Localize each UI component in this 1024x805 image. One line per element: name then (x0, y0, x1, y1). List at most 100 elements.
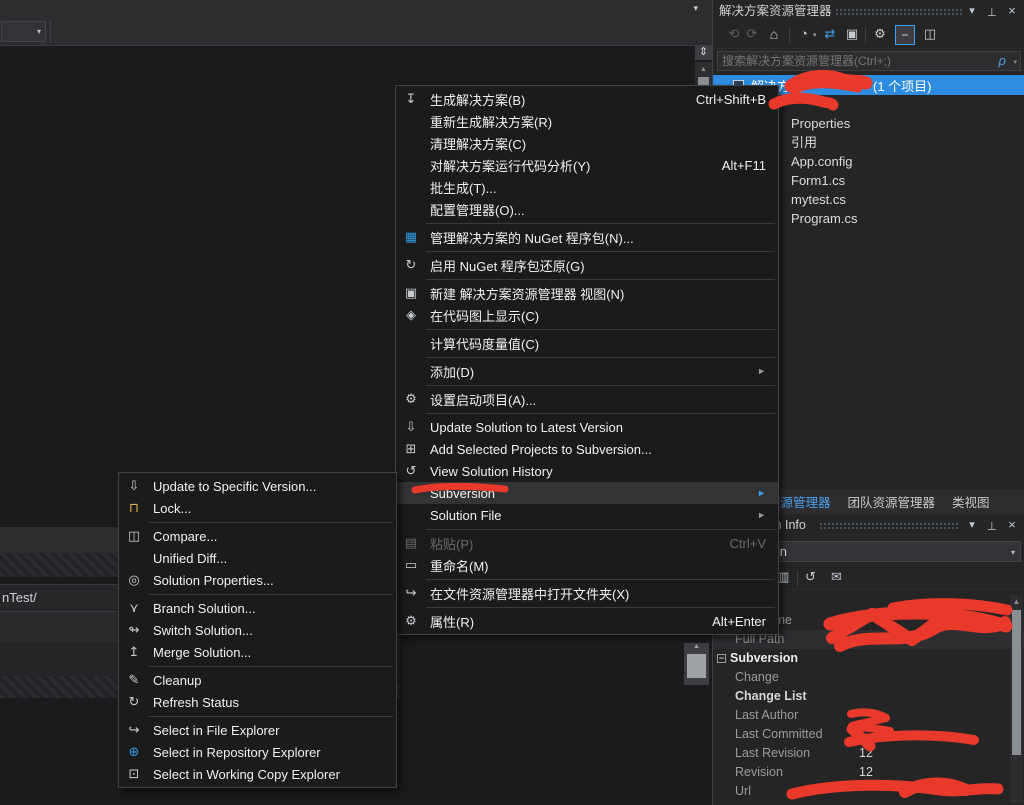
menu-item-batch-build[interactable]: 批生成(T)... (396, 176, 778, 198)
toolbar-separator (865, 27, 866, 43)
menu-item-configuration-manager[interactable]: 配置管理器(O)... (396, 198, 778, 220)
submenu-arrow-icon: ► (757, 510, 766, 520)
search-input[interactable] (718, 52, 988, 70)
submenu-item-solution-properties[interactable]: ◎ Solution Properties... (119, 569, 396, 591)
submenu-item-update-specific-version[interactable]: ⇩ Update to Specific Version... (119, 475, 396, 497)
panel-title: 解决方案资源管理器 (719, 4, 832, 18)
property-row-lastauthor[interactable]: Last Author (713, 706, 1024, 725)
property-row-revision[interactable]: Revision 12 (713, 763, 1024, 782)
tab-class-view[interactable]: 类视图 (952, 492, 990, 511)
solution-explorer-header: 解决方案资源管理器 ▾ ⊤ × (713, 0, 1024, 23)
preview-selected-toggle-icon[interactable]: − (895, 25, 915, 45)
menu-item-view-solution-history[interactable]: ↺ View Solution History (396, 460, 778, 482)
code-map-icon: ◈ (396, 307, 426, 323)
scroll-up-icon[interactable]: ▲ (1010, 595, 1023, 608)
sync-active-document-icon[interactable]: ◫ (921, 26, 939, 42)
chevron-down-icon: ▾ (1011, 548, 1015, 557)
property-group-subversion[interactable]: − Subversion (713, 649, 1024, 668)
submenu-item-merge-solution[interactable]: ↥ Merge Solution... (119, 641, 396, 663)
lock-icon: ⊓ (119, 500, 149, 516)
menu-item-add[interactable]: 添加(D) ► (396, 360, 778, 382)
scrollbar-thumb[interactable] (1012, 610, 1021, 755)
submenu-item-select-in-file-explorer[interactable]: ↪ Select in File Explorer (119, 719, 396, 741)
splitter-handle-icon[interactable]: ⇕ (695, 45, 712, 62)
menu-item-manage-nuget[interactable]: ▦ 管理解决方案的 NuGet 程序包(N)... (396, 226, 778, 248)
scrollbar-thumb (687, 654, 706, 678)
submenu-item-branch-solution[interactable]: ⋎ Branch Solution... (119, 597, 396, 619)
solution-context-menu: ↧ 生成解决方案(B) Ctrl+Shift+B 重新生成解决方案(R) 清理解… (395, 85, 779, 635)
menu-item-rename[interactable]: ▭ 重命名(M) (396, 554, 778, 576)
menu-separator (426, 579, 775, 580)
chevron-down-icon[interactable]: ▾ (813, 31, 817, 39)
search-icon[interactable]: ρ (999, 53, 1006, 68)
compare-icon: ◫ (119, 528, 149, 544)
back-icon[interactable]: ⟲ (725, 26, 743, 42)
menu-separator (426, 357, 775, 358)
menu-item-code-analysis[interactable]: 对解决方案运行代码分析(Y) Alt+F11 (396, 154, 778, 176)
menu-item-clean-solution[interactable]: 清理解决方案(C) (396, 132, 778, 154)
menu-item-paste[interactable]: ▤ 粘贴(P) Ctrl+V (396, 532, 778, 554)
submenu-item-unified-diff[interactable]: Unified Diff... (119, 547, 396, 569)
scroll-up-icon[interactable]: ▲ (695, 62, 712, 73)
file-explorer-icon: ↪ (119, 722, 149, 738)
url-fragment-text: nTest/ (2, 590, 37, 605)
new-view-icon[interactable]: ▣ (843, 26, 861, 42)
property-row-change[interactable]: Change (713, 668, 1024, 687)
menu-separator (426, 251, 775, 252)
menu-item-solution-file[interactable]: Solution File ► (396, 504, 778, 526)
home-icon[interactable]: ⌂ (765, 26, 783, 42)
submenu-arrow-icon: ► (757, 488, 766, 498)
pin-icon[interactable]: ⊤ (984, 0, 1000, 22)
close-icon[interactable]: × (1004, 0, 1020, 22)
toolbar-combobox[interactable]: ▾ (1, 21, 46, 42)
pin-icon[interactable]: ⊤ (984, 514, 1000, 536)
refresh-status-icon: ↻ (119, 694, 149, 710)
chevron-down-icon: ▾ (37, 27, 41, 36)
menu-item-properties[interactable]: ⚙ 属性(R) Alt+Enter (396, 610, 778, 632)
vs-ide-window: { "colors": { "selection_blue": "#2e8ce0… (0, 0, 1024, 805)
update-specific-icon: ⇩ (119, 478, 149, 494)
properties-wrench-icon[interactable]: ⚙ (871, 26, 889, 42)
menu-item-open-folder-in-explorer[interactable]: ↪ 在文件资源管理器中打开文件夹(X) (396, 582, 778, 604)
window-position-icon[interactable]: ▾ (964, 0, 980, 22)
paste-icon: ▤ (396, 535, 426, 551)
submenu-item-switch-solution[interactable]: ↬ Switch Solution... (119, 619, 396, 641)
pending-changes-filter-icon[interactable]: ◔ (795, 26, 813, 41)
property-row-url[interactable]: Url (713, 782, 1024, 801)
menu-item-new-explorer-view[interactable]: ▣ 新建 解决方案资源管理器 视图(N) (396, 282, 778, 304)
property-row-lastcommitted[interactable]: Last Committed (713, 725, 1024, 744)
history-icon[interactable]: ↺ (805, 569, 816, 585)
menu-item-enable-nuget-restore[interactable]: ↻ 启用 NuGet 程序包还原(G) (396, 254, 778, 276)
close-icon[interactable]: × (1004, 514, 1020, 536)
menu-item-code-metrics[interactable]: 计算代码度量值(C) (396, 332, 778, 354)
submenu-item-select-in-working-copy-explorer[interactable]: ⊡ Select in Working Copy Explorer (119, 763, 396, 785)
window-position-icon[interactable]: ▾ (964, 514, 980, 536)
refresh-icon[interactable]: ⇄ (821, 26, 839, 42)
menu-separator (426, 329, 775, 330)
submenu-item-compare[interactable]: ◫ Compare... (119, 525, 396, 547)
toolbar-overflow-icon[interactable]: ▾ (693, 3, 698, 14)
submenu-item-lock[interactable]: ⊓ Lock... (119, 497, 396, 519)
menu-item-update-solution-latest[interactable]: ⇩ Update Solution to Latest Version (396, 416, 778, 438)
forward-icon[interactable]: ⟳ (743, 26, 761, 42)
menu-item-build-solution[interactable]: ↧ 生成解决方案(B) Ctrl+Shift+B (396, 88, 778, 110)
submenu-item-cleanup[interactable]: ✎ Cleanup (119, 669, 396, 691)
toolbar-separator (797, 570, 798, 586)
menu-item-set-startup-project[interactable]: ⚙ 设置启动项目(A)... (396, 388, 778, 410)
submenu-item-select-in-repository-explorer[interactable]: ⊕ Select in Repository Explorer (119, 741, 396, 763)
menu-item-subversion[interactable]: Subversion ► (396, 482, 778, 504)
menu-item-rebuild-solution[interactable]: 重新生成解决方案(R) (396, 110, 778, 132)
grid-scrollbar[interactable]: ▲ (1010, 595, 1023, 803)
title-bar: ▾ (0, 0, 712, 18)
comment-icon[interactable]: ✉ (831, 569, 842, 585)
tab-team-explorer[interactable]: 团队资源管理器 (848, 492, 936, 511)
menu-item-show-on-code-map[interactable]: ◈ 在代码图上显示(C) (396, 304, 778, 326)
menu-item-add-projects-to-subversion[interactable]: ⊞ Add Selected Projects to Subversion... (396, 438, 778, 460)
collapse-expander-icon[interactable]: − (717, 654, 726, 663)
property-row-changelist[interactable]: Change List (713, 687, 1024, 706)
chevron-down-icon[interactable]: ▾ (1013, 58, 1017, 66)
submenu-item-refresh-status[interactable]: ↻ Refresh Status (119, 691, 396, 713)
rename-icon: ▭ (396, 557, 426, 573)
new-view-icon: ▣ (396, 285, 426, 301)
property-row-lastrevision[interactable]: Last Revision 12 (713, 744, 1024, 763)
